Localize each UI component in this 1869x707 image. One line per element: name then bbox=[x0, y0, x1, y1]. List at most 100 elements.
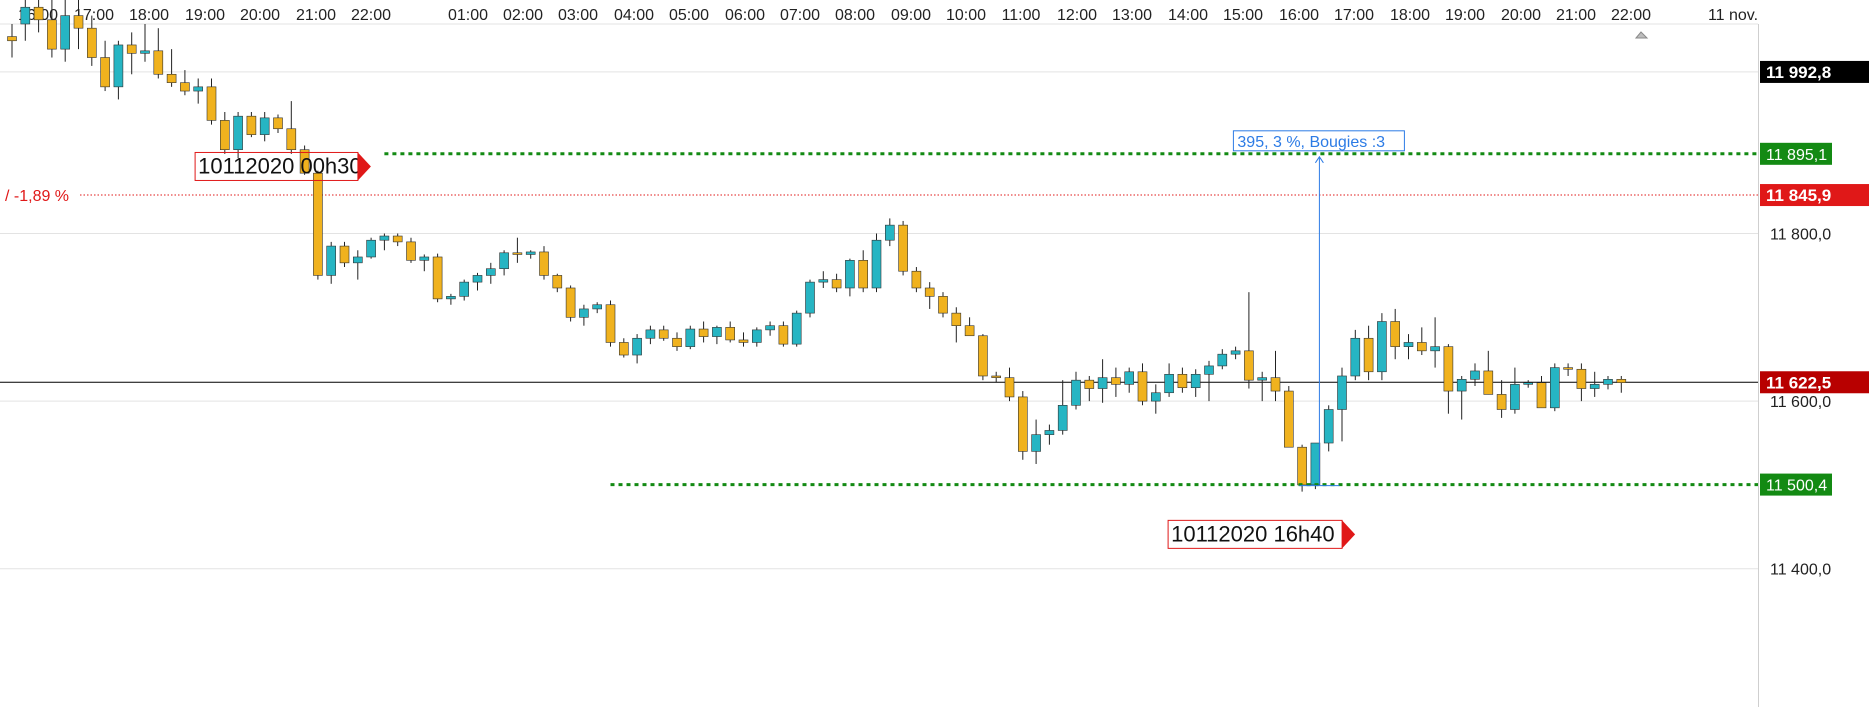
candle-body bbox=[220, 120, 230, 151]
candle-body bbox=[1217, 353, 1228, 367]
candle-body bbox=[1057, 405, 1068, 431]
candle-body bbox=[951, 312, 962, 326]
candle-body bbox=[286, 128, 297, 151]
candle-body bbox=[206, 86, 217, 121]
candle-body bbox=[140, 50, 150, 54]
time-tick-label: 20:00 bbox=[1501, 7, 1541, 24]
time-tick-label: 19:00 bbox=[185, 7, 225, 24]
candle-body bbox=[552, 275, 563, 289]
candle-body bbox=[725, 327, 736, 341]
candle-body bbox=[791, 312, 802, 345]
time-tick-label: 18:00 bbox=[1390, 7, 1430, 24]
candle-body bbox=[1230, 350, 1241, 355]
candle-body bbox=[1550, 367, 1560, 409]
candle-body bbox=[685, 328, 696, 347]
candle bbox=[605, 300, 616, 347]
candle-body bbox=[193, 86, 203, 92]
candlestick-chart[interactable]: 16:00 17:00 18:00 19:00 20:00 21:00 22:00 01:00… bbox=[0, 0, 1869, 707]
time-tick-label: 22:00 bbox=[1611, 7, 1651, 24]
candle-body bbox=[1589, 384, 1600, 389]
candle-body bbox=[565, 287, 576, 318]
candle-body bbox=[738, 339, 749, 343]
candle-body bbox=[47, 19, 57, 50]
candle-body bbox=[1390, 321, 1400, 347]
candle bbox=[898, 220, 908, 276]
candle-body bbox=[20, 6, 31, 25]
chart-canvas[interactable]: 16:00 17:00 18:00 19:00 20:00 21:00 22:00 01:00… bbox=[0, 0, 1869, 707]
candle-body bbox=[658, 329, 669, 339]
price-badge-label: 11 845,9 bbox=[1766, 186, 1831, 205]
time-tick-label: 18:00 bbox=[129, 7, 169, 24]
candle-body bbox=[964, 325, 975, 337]
candle-body bbox=[33, 6, 44, 21]
candle-body bbox=[1523, 382, 1533, 385]
candle-body bbox=[1177, 373, 1188, 389]
candle-body bbox=[1284, 390, 1294, 448]
candle bbox=[432, 253, 443, 303]
candle-body bbox=[805, 281, 815, 314]
candle-body bbox=[991, 375, 1002, 378]
candle bbox=[1550, 363, 1560, 412]
candle bbox=[871, 233, 882, 293]
measure-label: 395, 3 %, Bougies :3 bbox=[1237, 134, 1385, 151]
candle-body bbox=[592, 304, 603, 310]
price-tick-label: 11 800,0 bbox=[1770, 227, 1831, 244]
time-tick-label: 20:00 bbox=[240, 7, 280, 24]
candle-body bbox=[499, 252, 509, 270]
time-tick-label: 13:00 bbox=[1112, 7, 1152, 24]
candle-body bbox=[765, 325, 775, 331]
candle bbox=[978, 334, 988, 381]
candle-body bbox=[1403, 342, 1414, 347]
price-badge-label: 11 895,1 bbox=[1766, 147, 1827, 164]
candle-body bbox=[924, 287, 935, 297]
candle-body bbox=[605, 304, 616, 343]
candle-body bbox=[313, 172, 323, 276]
candle-body bbox=[1510, 384, 1520, 410]
candle-body bbox=[884, 224, 895, 241]
time-tick-label: 01:00 bbox=[448, 7, 488, 24]
candle-body bbox=[1151, 392, 1161, 402]
candle-body bbox=[938, 296, 948, 314]
candle-body bbox=[1017, 396, 1028, 452]
candle-body bbox=[1563, 367, 1573, 370]
candle-body bbox=[751, 329, 762, 343]
candle-body bbox=[60, 15, 71, 50]
candle-body bbox=[432, 256, 443, 300]
candle-body bbox=[871, 239, 882, 289]
candle-body bbox=[1337, 375, 1347, 410]
time-tick-label: 03:00 bbox=[558, 7, 598, 24]
candle bbox=[805, 279, 815, 318]
candle-body bbox=[1137, 371, 1148, 402]
candle-body bbox=[73, 15, 84, 29]
candle bbox=[1284, 386, 1294, 448]
candle-body bbox=[1257, 377, 1267, 381]
candle-body bbox=[419, 256, 430, 261]
candle-body bbox=[845, 260, 855, 289]
candle-body bbox=[326, 245, 337, 276]
candle-body bbox=[978, 335, 988, 377]
candle-body bbox=[1204, 365, 1214, 375]
candle-body bbox=[7, 36, 17, 42]
candle-body bbox=[1456, 379, 1467, 392]
time-tick-label: 04:00 bbox=[614, 7, 654, 24]
marker-label: 10112020 16h40 bbox=[1171, 521, 1335, 546]
price-badge-label: 11 992,8 bbox=[1766, 63, 1831, 82]
candle-body bbox=[712, 327, 722, 337]
candle-body bbox=[539, 251, 549, 276]
candle-body bbox=[485, 268, 496, 276]
time-tick-label: 11 nov. bbox=[1708, 7, 1758, 24]
candle-body bbox=[525, 251, 536, 255]
candle-body bbox=[1004, 377, 1015, 398]
time-tick-label: 15:00 bbox=[1223, 7, 1263, 24]
candle-body bbox=[1576, 368, 1587, 389]
candle-body bbox=[1270, 377, 1281, 392]
time-tick-label: 21:00 bbox=[296, 7, 336, 24]
candle-body bbox=[1603, 379, 1613, 385]
candle-body bbox=[1417, 342, 1427, 352]
candle-body bbox=[1310, 442, 1321, 486]
candle-body bbox=[1031, 434, 1041, 452]
candle-body bbox=[858, 260, 869, 289]
candle-body bbox=[632, 337, 642, 356]
candle-body bbox=[1430, 346, 1440, 352]
candle-body bbox=[472, 275, 483, 283]
